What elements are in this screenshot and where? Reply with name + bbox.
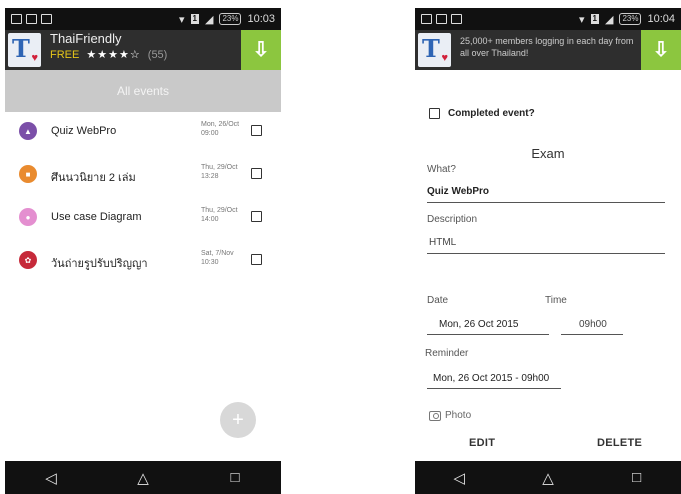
page-title: All events <box>116 84 170 98</box>
edit-button[interactable]: EDIT <box>469 437 495 449</box>
screenshot-icon <box>421 14 432 24</box>
download-button[interactable]: ⇩ <box>241 30 281 70</box>
thaifriendly-logo: T ♥ <box>418 33 451 67</box>
description-label: Description <box>427 214 478 225</box>
event-date: Thu, 29/Oct <box>201 164 238 171</box>
image-icon <box>26 14 37 24</box>
star-rating-icon: ★★★★☆ <box>86 49 141 61</box>
event-title: Quiz WebPro <box>51 125 117 137</box>
wifi-icon: ▾ <box>579 13 585 26</box>
screenshot-icon <box>11 14 22 24</box>
event-note-icon: ■ <box>19 165 37 183</box>
event-circle-icon: ● <box>19 208 37 226</box>
recent-apps-button[interactable]: □ <box>617 469 657 486</box>
home-button[interactable]: △ <box>528 469 568 487</box>
battery-level: 23% <box>619 13 642 25</box>
event-row[interactable]: ✿ วันถ่ายรูปรับปริญญา Sat, 7/Nov 10:30 <box>5 241 281 284</box>
ad-text: 25,000+ members logging in each day from… <box>460 36 634 58</box>
sim-icon: 1 <box>190 14 199 24</box>
status-time: 10:03 <box>247 13 275 25</box>
app-bar: All events <box>5 70 281 112</box>
home-button[interactable]: △ <box>123 469 163 487</box>
status-bar: ▾ 1 ◢ 23% 10:03 <box>5 8 281 30</box>
event-checkbox[interactable] <box>251 211 262 222</box>
signal-icon: ◢ <box>604 13 614 26</box>
event-list-screen: ▾ 1 ◢ 23% 10:03 T ♥ ThaiFriendly FREE ★★★… <box>5 0 281 494</box>
sim-icon: 1 <box>590 14 599 24</box>
recent-apps-button[interactable]: □ <box>215 469 255 486</box>
date-field[interactable]: Mon, 26 Oct 2015 <box>439 319 519 330</box>
what-label: What? <box>427 164 456 175</box>
event-datetime: Sat, 7/Nov 10:30 <box>201 249 234 267</box>
event-title: วันถ่ายรูปรับปริญญา <box>51 258 148 270</box>
time-label: Time <box>545 295 567 306</box>
signal-icon: ◢ <box>204 13 214 26</box>
battery-level: 23% <box>219 13 242 25</box>
event-checkbox[interactable] <box>251 254 262 265</box>
event-time: 14:00 <box>201 216 219 223</box>
photo-row[interactable]: Photo <box>429 410 471 421</box>
event-time: 13:28 <box>201 173 219 180</box>
back-button[interactable]: ◁ <box>439 469 479 487</box>
event-datetime: Mon, 26/Oct 09:00 <box>201 120 239 138</box>
rating-count: (55) <box>147 49 168 61</box>
event-title: ศึนนวนิยาย 2 เล่ม <box>51 172 136 184</box>
status-bar: ▾ 1 ◢ 23% 10:04 <box>415 8 681 30</box>
reminder-field[interactable]: Mon, 26 Oct 2015 - 09h00 <box>433 373 549 384</box>
event-row[interactable]: ■ ศึนนวนิยาย 2 เล่ม Thu, 29/Oct 13:28 <box>5 155 281 198</box>
download-button[interactable]: ⇩ <box>641 30 681 70</box>
wifi-icon: ▾ <box>179 13 185 26</box>
event-triangle-icon: ▲ <box>19 122 37 140</box>
what-underline <box>427 202 665 203</box>
event-date: Sat, 7/Nov <box>201 250 234 257</box>
ad-title: ThaiFriendly <box>50 31 122 46</box>
ad-free-label: FREE <box>50 49 80 61</box>
event-title: Use case Diagram <box>51 211 142 223</box>
status-time: 10:04 <box>647 13 675 25</box>
event-detail-screen: ▾ 1 ◢ 23% 10:04 T ♥ 25,000+ members loggi… <box>415 0 681 494</box>
what-field[interactable]: Quiz WebPro <box>427 186 489 197</box>
event-time: 09:00 <box>201 130 219 137</box>
event-flower-icon: ✿ <box>19 251 37 269</box>
camera-icon <box>429 410 441 421</box>
reminder-label: Reminder <box>425 348 469 359</box>
event-row[interactable]: ● Use case Diagram Thu, 29/Oct 14:00 <box>5 198 281 241</box>
image-icon <box>436 14 447 24</box>
event-date: Mon, 26/Oct <box>201 121 240 128</box>
download-icon: ⇩ <box>252 39 270 61</box>
photo-label: Photo <box>445 410 472 421</box>
event-row[interactable]: ▲ Quiz WebPro Mon, 26/Oct 09:00 <box>5 112 281 155</box>
time-field[interactable]: 09h00 <box>579 319 607 330</box>
event-checkbox[interactable] <box>251 168 262 179</box>
description-field[interactable]: HTML <box>429 237 456 248</box>
add-event-button[interactable]: + <box>220 402 256 438</box>
date-label: Date <box>427 295 449 306</box>
ad-banner[interactable]: T ♥ 25,000+ members logging in each day f… <box>415 30 681 70</box>
date-underline <box>427 334 549 335</box>
android-icon <box>451 14 462 24</box>
plus-icon: + <box>232 408 244 431</box>
time-underline <box>561 334 623 335</box>
completed-label: Completed event? <box>448 108 535 119</box>
form-title: Exam <box>531 146 565 161</box>
android-icon <box>41 14 52 24</box>
completed-checkbox[interactable] <box>429 108 440 119</box>
event-date: Thu, 29/Oct <box>201 207 238 214</box>
back-button[interactable]: ◁ <box>31 469 71 487</box>
thaifriendly-logo: T ♥ <box>8 33 41 67</box>
ad-banner[interactable]: T ♥ ThaiFriendly FREE ★★★★☆ (55) ⇩ <box>5 30 281 70</box>
description-underline <box>427 253 665 254</box>
completed-row[interactable]: Completed event? <box>429 108 535 119</box>
event-datetime: Thu, 29/Oct 13:28 <box>201 163 238 181</box>
event-checkbox[interactable] <box>251 125 262 136</box>
ad-rating: FREE ★★★★☆ (55) <box>50 48 167 61</box>
navigation-bar: ◁ △ □ <box>415 461 681 494</box>
download-icon: ⇩ <box>652 39 670 61</box>
navigation-bar: ◁ △ □ <box>5 461 281 494</box>
delete-button[interactable]: DELETE <box>597 437 642 449</box>
event-list: ▲ Quiz WebPro Mon, 26/Oct 09:00 ■ ศึนนวนิยาย … <box>5 112 281 284</box>
reminder-underline <box>427 388 561 389</box>
event-time: 10:30 <box>201 259 219 266</box>
event-datetime: Thu, 29/Oct 14:00 <box>201 206 238 224</box>
